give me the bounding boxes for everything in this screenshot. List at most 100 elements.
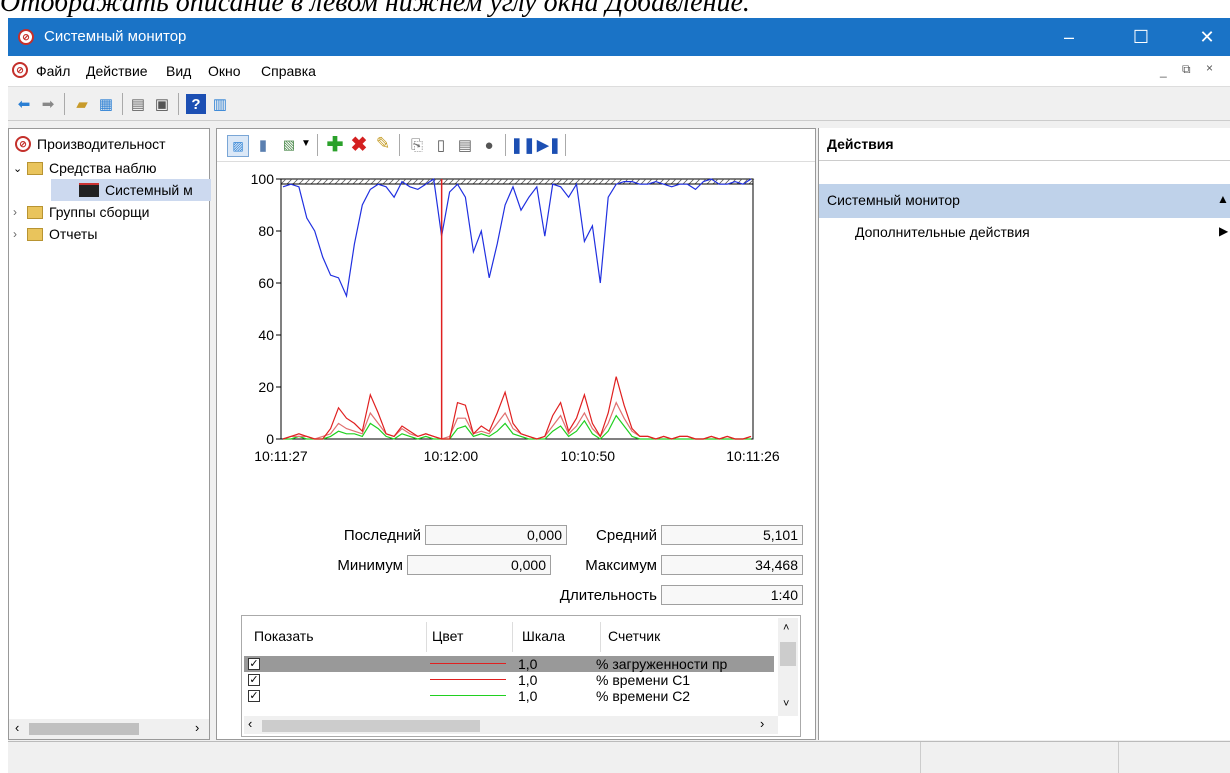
table-row[interactable]: ✓ 1,0 % времени C2 [244,688,774,704]
stat-max-label: Максимум [585,557,657,574]
row-counter: % загруженности пр [596,656,728,672]
scroll-up-icon[interactable]: ˄ [783,622,789,634]
forward-icon[interactable]: ➡ [38,94,58,114]
y-tick-label: 80 [258,223,274,239]
table-row[interactable]: ✓ 1,0 % загруженности пр [244,656,774,672]
counter-hscrollbar[interactable]: ‹ › [244,716,778,734]
chart-icon [79,183,99,197]
tree-label-monitoring: Средства наблю [49,160,157,176]
menu-help[interactable]: Справка [261,63,316,79]
counter-list: Показать Цвет Шкала Счетчик ✓ 1,0 % загр… [241,615,801,737]
scroll-right-icon[interactable]: › [195,720,199,735]
row-scale: 1,0 [518,688,538,704]
print-icon[interactable]: ▣ [152,94,172,114]
y-tick-label: 40 [258,327,274,343]
row-color-swatch [430,695,506,696]
tree-item-monitoring-tools[interactable]: ⌄ Средства наблю [13,157,157,179]
mdi-minimize-icon[interactable]: _ [1160,64,1167,78]
stat-avg-label: Средний [596,527,657,544]
close-button[interactable]: ✕ [1184,18,1230,56]
menu-action[interactable]: Действие [86,63,148,79]
main-toolbar: ⬅ ➡ ▰ ▦ ▤ ▣ ? ▥ [8,88,1230,121]
show-checkbox[interactable]: ✓ [248,674,260,686]
show-tree-icon[interactable]: ▦ [96,94,116,114]
freeze-display-icon[interactable]: ❚❚ [510,135,535,155]
x-tick-label: 10:12:00 [424,448,479,464]
collapse-arrow-icon[interactable]: ▲ [1217,192,1229,206]
y-tick-label: 60 [258,275,274,291]
view-histogram-icon[interactable]: ▮ [253,135,273,155]
chart-toolbar: ▨ ▮ ▧ ▼ ✚ ✖ ✎ ⎘ ▯ ▤ ● ❚❚ ▶❚ [217,129,815,162]
stat-last-value: 0,000 [425,525,567,545]
stat-duration-value: 1:40 [661,585,803,605]
system-menu-icon[interactable]: ⊘ [12,62,28,78]
scroll-right-icon[interactable]: › [760,716,764,731]
tree-label-reports: Отчеты [49,226,98,242]
chevron-right-icon[interactable]: › [13,227,27,241]
mdi-restore-icon[interactable]: ⧉ [1182,62,1191,77]
menu-view[interactable]: Вид [166,63,191,79]
perfmon-app-icon: ⊘ [18,29,34,45]
scroll-left-icon[interactable]: ‹ [248,716,252,731]
tree-item-collector-sets[interactable]: › Группы сборщи [13,201,149,223]
scroll-thumb[interactable] [29,723,139,735]
highlight-icon[interactable]: ✎ [373,134,393,154]
stat-min-value: 0,000 [407,555,551,575]
col-color[interactable]: Цвет [432,628,463,644]
up-folder-icon[interactable]: ▰ [72,94,92,114]
delete-counter-icon[interactable]: ✖ [349,134,369,156]
minimize-button[interactable]: – [1046,18,1092,56]
copy-properties-icon[interactable]: ⎘ [407,135,427,155]
more-actions-item[interactable]: Дополнительные действия ▶ [819,220,1230,246]
col-show[interactable]: Показать [254,628,314,644]
add-counter-icon[interactable]: ✚ [325,134,345,156]
properties-icon[interactable]: ▤ [455,135,475,155]
col-counter[interactable]: Счетчик [608,628,660,644]
y-tick-label: 100 [251,171,275,187]
show-action-pane-icon[interactable]: ▥ [210,94,230,114]
view-graph-icon[interactable]: ▨ [227,135,249,157]
system-monitor-pane: ▨ ▮ ▧ ▼ ✚ ✖ ✎ ⎘ ▯ ▤ ● ❚❚ ▶❚ 100 80 60 40 20 0… [216,128,816,740]
row-counter: % времени C1 [596,672,691,688]
show-checkbox[interactable]: ✓ [248,690,260,702]
maximize-button[interactable]: ☐ [1118,18,1164,56]
scroll-left-icon[interactable]: ‹ [15,720,19,735]
mdi-close-icon[interactable]: × [1206,61,1213,75]
scroll-thumb[interactable] [780,642,796,666]
performance-chart[interactable]: 100 80 60 40 20 010:11:27 10:12:00 10:10:50 10:1… [217,163,815,503]
scroll-thumb[interactable] [262,720,480,732]
properties-icon[interactable]: ▤ [128,94,148,114]
col-scale[interactable]: Шкала [522,628,565,644]
counter-vscrollbar[interactable]: ˄ ˅ [778,618,798,716]
window-title: Системный монитор [44,28,187,45]
folder-icon [27,161,43,175]
menu-window[interactable]: Окно [208,63,241,79]
dropdown-arrow-icon[interactable]: ▼ [301,138,311,149]
change-graph-type-icon[interactable]: ▧ [279,135,299,155]
navigation-tree: ⊘ Производительност ⌄ Средства наблю Сис… [8,128,211,740]
menu-file[interactable]: Файл [36,63,70,79]
zoom-icon[interactable]: ● [479,135,499,155]
actions-title: Действия [827,136,894,152]
paste-counter-list-icon[interactable]: ▯ [431,135,451,155]
table-row[interactable]: ✓ 1,0 % времени C1 [244,672,774,688]
actions-section-system-monitor[interactable]: Системный монитор ▲ [819,184,1230,218]
stat-duration-label: Длительность [559,587,657,604]
chevron-down-icon[interactable]: ⌄ [13,162,27,175]
update-data-icon[interactable]: ▶❚ [537,135,561,155]
tree-label-sysmon: Системный м [105,182,193,198]
show-checkbox[interactable]: ✓ [248,658,260,670]
back-icon[interactable]: ⬅ [14,94,34,114]
chevron-right-icon[interactable]: › [13,205,27,219]
tree-item-performance[interactable]: ⊘ Производительност [15,133,166,155]
tree-item-system-monitor[interactable]: Системный м [51,179,211,201]
tree-item-reports[interactable]: › Отчеты [13,223,97,245]
tree-hscrollbar[interactable]: ‹ › [9,719,209,739]
actions-pane: Действия Системный монитор ▲ Дополнитель… [818,128,1230,740]
title-bar[interactable]: ⊘ Системный монитор – ☐ ✕ [8,18,1230,56]
y-tick-label: 0 [266,431,274,447]
more-actions-label: Дополнительные действия [855,224,1030,240]
help-icon[interactable]: ? [186,94,206,114]
scroll-down-icon[interactable]: ˅ [783,698,789,710]
folder-icon [27,205,43,219]
